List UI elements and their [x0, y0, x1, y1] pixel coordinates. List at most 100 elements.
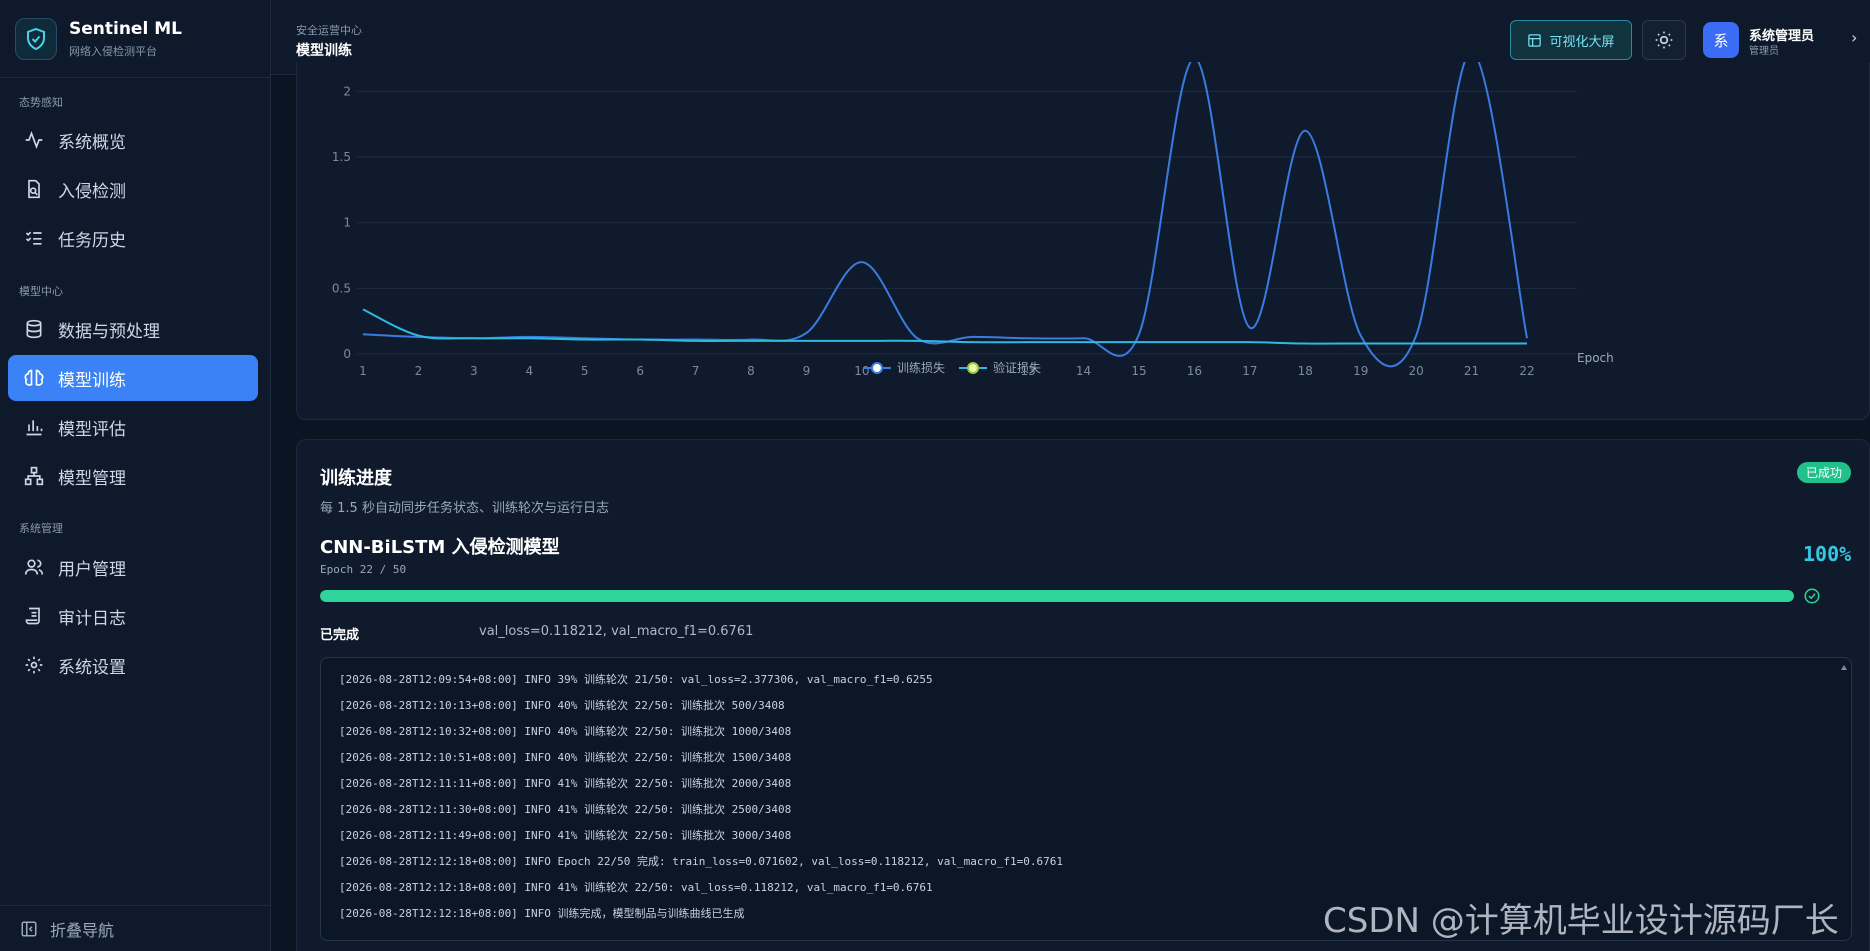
- x-tick-label: 3: [470, 364, 478, 378]
- x-tick-label: 2: [415, 364, 423, 378]
- user-role: 管理员: [1749, 46, 1779, 57]
- legend-label: 验证损失: [993, 360, 1041, 375]
- sidebar-item-data-preprocessing[interactable]: 数据与预处理: [8, 306, 258, 352]
- x-tick-label: 16: [1187, 364, 1202, 378]
- loss-chart-card: 0 0.5 1 1.5 2 1 2 3 4 5 6 7 8 9 10 13 14 15 16 17 18 19 20 21 22…: [296, 62, 1870, 420]
- log-line: [2026-08-28T12:09:54+08:00] INFO 39% 训练轮…: [339, 673, 933, 686]
- nav-group-situation: 态势感知: [19, 96, 63, 109]
- sun-icon: [1654, 30, 1674, 50]
- viz-screen-label: 可视化大屏: [1549, 34, 1615, 50]
- x-tick-label: 7: [692, 364, 700, 378]
- sidebar-item-model-evaluation[interactable]: 模型评估: [8, 404, 258, 450]
- progress-bar-fill: [320, 590, 1794, 602]
- epoch-text: Epoch 22 / 50: [320, 563, 407, 576]
- sidebar-item-overview[interactable]: 系统概览: [8, 117, 258, 163]
- sidebar-item-label: 模型评估: [58, 419, 126, 440]
- sidebar-item-model-training[interactable]: 模型训练: [8, 355, 258, 401]
- sidebar-item-settings[interactable]: 系统设置: [8, 642, 258, 688]
- sidebar-item-label: 入侵检测: [58, 181, 126, 202]
- sidebar-item-label: 系统概览: [58, 132, 126, 153]
- training-progress-card: 训练进度 每 1.5 秒自动同步任务状态、训练轮次与运行日志 已成功 CNN-B…: [296, 439, 1870, 951]
- y-tick-label: 0.5: [332, 281, 351, 295]
- log-line: [2026-08-28T12:12:18+08:00] INFO 训练完成，模型…: [339, 907, 745, 920]
- x-tick-label: 19: [1353, 364, 1368, 378]
- database-icon: [22, 317, 46, 341]
- progress-bar: [320, 590, 1794, 602]
- log-line: [2026-08-28T12:12:18+08:00] INFO 41% 训练轮…: [339, 881, 933, 894]
- y-tick-label: 1: [343, 216, 351, 230]
- x-tick-label: 15: [1131, 364, 1146, 378]
- brain-icon: [22, 366, 46, 390]
- sidebar-item-detection[interactable]: 入侵检测: [8, 166, 258, 212]
- log-line: [2026-08-28T12:10:13+08:00] INFO 40% 训练轮…: [339, 699, 785, 712]
- progress-subtitle: 每 1.5 秒自动同步任务状态、训练轮次与运行日志: [320, 501, 609, 516]
- log-line: [2026-08-28T12:10:32+08:00] INFO 40% 训练轮…: [339, 725, 792, 738]
- x-tick-label: 4: [525, 364, 533, 378]
- bar-chart-icon: [22, 415, 46, 439]
- x-axis-label: Epoch: [1577, 351, 1614, 365]
- brand-subtitle: 网络入侵检测平台: [69, 44, 157, 58]
- sidebar-item-label: 模型训练: [58, 370, 126, 391]
- log-line: [2026-08-28T12:11:11+08:00] INFO 41% 训练轮…: [339, 777, 792, 790]
- nav-group-system: 系统管理: [19, 522, 63, 535]
- nav-group-model-center: 模型中心: [19, 285, 63, 298]
- loss-chart: 00.511.521 2 3 4 5 6 7 8 9 10 13 14 15 16 17 18 19 20 21 22…: [332, 62, 1614, 378]
- x-tick-label: 8: [747, 364, 755, 378]
- progress-percent: 100%: [1803, 542, 1852, 566]
- chevron-right-icon[interactable]: ›: [1851, 28, 1857, 47]
- y-tick-label: 0: [343, 347, 351, 361]
- avatar[interactable]: 系: [1703, 22, 1739, 58]
- x-tick-label: 21: [1464, 364, 1479, 378]
- log-line: [2026-08-28T12:11:49+08:00] INFO 41% 训练轮…: [339, 829, 792, 842]
- x-tick-label: 20: [1409, 364, 1424, 378]
- series-line-train-loss: [362, 62, 1528, 368]
- x-tick-label: 1: [359, 364, 367, 378]
- log-line: [2026-08-28T12:10:51+08:00] INFO 40% 训练轮…: [339, 751, 792, 764]
- x-tick-label: 6: [636, 364, 644, 378]
- sidebar-collapse-icon: [20, 920, 38, 938]
- brand-title: Sentinel ML: [69, 18, 182, 39]
- dashboard-icon: [1527, 33, 1542, 48]
- log-line: [2026-08-28T12:11:30+08:00] INFO 41% 训练轮…: [339, 803, 792, 816]
- scroll-icon: [22, 604, 46, 628]
- sidebar-item-label: 模型管理: [58, 468, 126, 489]
- pulse-icon: [22, 128, 46, 152]
- legend-marker: [967, 362, 979, 374]
- sidebar-item-label: 数据与预处理: [58, 321, 160, 342]
- status-badge: 已成功: [1797, 462, 1852, 483]
- viz-screen-button[interactable]: 可视化大屏: [1510, 20, 1632, 60]
- sidebar-item-label: 任务历史: [58, 230, 126, 251]
- y-tick-label: 1.5: [332, 150, 351, 164]
- model-name: CNN-BiLSTM 入侵检测模型: [320, 537, 560, 558]
- status-detail: val_loss=0.118212, val_macro_f1=0.6761: [479, 624, 754, 639]
- x-tick-label: 22: [1519, 364, 1534, 378]
- collapse-nav-label: 折叠导航: [50, 920, 115, 940]
- sidebar-item-audit-log[interactable]: 审计日志: [8, 593, 258, 639]
- x-tick-label: 9: [803, 364, 811, 378]
- breadcrumb-parent[interactable]: 安全运营中心: [296, 22, 362, 38]
- sidebar-item-label: 用户管理: [58, 559, 126, 580]
- sidebar-item-task-history[interactable]: 任务历史: [8, 215, 258, 261]
- collapse-nav-button[interactable]: 折叠导航: [0, 905, 271, 951]
- legend-marker: [871, 362, 883, 374]
- log-scrollbar[interactable]: [1841, 664, 1847, 934]
- y-tick-label: 2: [343, 84, 351, 98]
- progress-title: 训练进度: [320, 468, 392, 489]
- sidebar-item-user-management[interactable]: 用户管理: [8, 544, 258, 590]
- log-line: [2026-08-28T12:12:18+08:00] INFO Epoch 2…: [339, 855, 1063, 868]
- sidebar-item-label: 审计日志: [58, 608, 126, 629]
- x-tick-label: 17: [1242, 364, 1257, 378]
- check-circle-icon: [1803, 587, 1821, 605]
- page-title: 模型训练: [296, 43, 352, 59]
- legend-label: 训练损失: [897, 360, 945, 375]
- brand: Sentinel ML 网络入侵检测平台: [0, 0, 270, 78]
- gear-icon: [22, 653, 46, 677]
- theme-toggle-button[interactable]: [1642, 20, 1686, 60]
- watermark: CSDN @计算机毕业设计源码厂长: [1323, 901, 1839, 941]
- x-tick-label: 14: [1076, 364, 1091, 378]
- hierarchy-icon: [22, 464, 46, 488]
- x-tick-label: 18: [1298, 364, 1313, 378]
- sidebar-item-model-management[interactable]: 模型管理: [8, 453, 258, 499]
- shield-logo-icon: [15, 17, 57, 60]
- status-label: 已完成: [320, 628, 360, 643]
